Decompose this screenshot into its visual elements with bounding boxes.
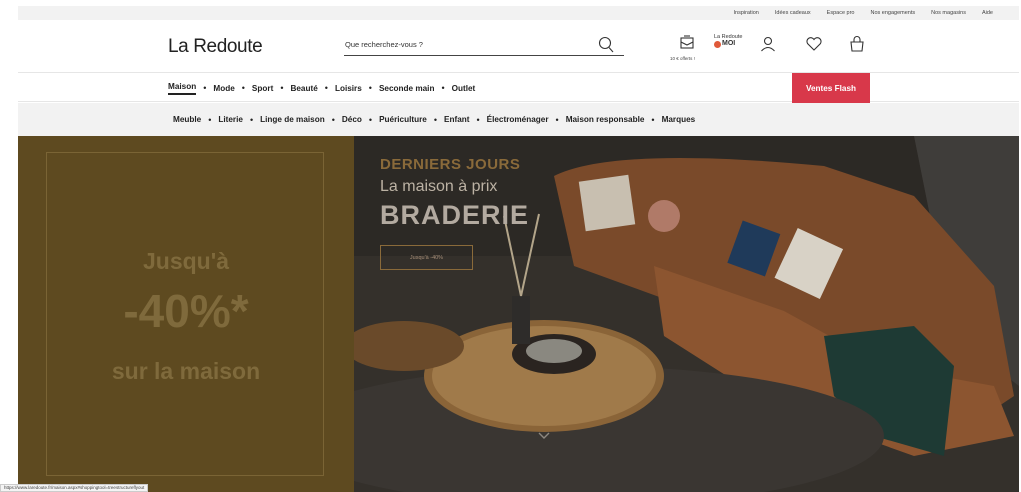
subnav-electromenager[interactable]: Électroménager (487, 115, 549, 124)
hero-photo[interactable]: DERNIERS JOURS La maison à prix BRADERIE… (354, 136, 1019, 492)
subnav-meuble[interactable]: Meuble (173, 115, 201, 124)
nav-separator: • (368, 83, 372, 93)
lr-moi-label-2: MOI (722, 40, 736, 47)
subnav-separator: • (208, 114, 212, 125)
search-icon[interactable] (598, 36, 614, 54)
nav-mode[interactable]: Mode (213, 84, 234, 93)
utility-links: Inspiration Idées cadeaux Espace pro Nos… (733, 6, 993, 20)
subnav-separator: • (368, 114, 373, 125)
subnav-linge[interactable]: Linge de maison (260, 115, 325, 124)
util-link-engagements[interactable]: Nos engagements (870, 10, 915, 16)
nav-separator: • (441, 83, 445, 93)
nav-separator: • (324, 83, 328, 93)
subnav-deco[interactable]: Déco (342, 115, 362, 124)
nav-outlet[interactable]: Outlet (452, 84, 476, 93)
sub-nav: Meuble • Literie • Linge de maison • Déc… (18, 103, 1019, 136)
utility-bar: Inspiration Idées cadeaux Espace pro Nos… (18, 6, 1019, 20)
nav-maison[interactable]: Maison (168, 82, 197, 95)
subnav-puericulture[interactable]: Puériculture (379, 115, 427, 124)
subnav-literie[interactable]: Literie (218, 115, 243, 124)
search-input[interactable]: Que recherchez-vous ? (344, 34, 624, 56)
lr-moi-badge-icon (714, 41, 721, 48)
cart-icon[interactable] (847, 34, 867, 54)
promo-line-3: sur la maison (111, 358, 261, 384)
ventes-flash-button[interactable]: Ventes Flash (792, 73, 870, 103)
util-link-magasins[interactable]: Nos magasins (931, 10, 966, 16)
subnav-separator: • (331, 114, 335, 125)
offer-text: 10 € offerts ! (670, 56, 695, 61)
hero-cta-button[interactable]: Jusqu'à -40% (380, 245, 473, 270)
util-link-aide[interactable]: Aide (982, 10, 993, 16)
nav-separator: • (203, 83, 207, 93)
logo[interactable]: La Redoute (168, 36, 263, 58)
subnav-separator: • (476, 114, 480, 125)
hero-kicker: DERNIERS JOURS (380, 156, 521, 173)
nav-loisirs[interactable]: Loisirs (335, 84, 362, 93)
chevron-down-icon[interactable] (538, 432, 550, 440)
subnav-marques[interactable]: Marques (662, 115, 696, 124)
nav-beaute[interactable]: Beauté (290, 84, 317, 93)
util-link-idees-cadeaux[interactable]: Idées cadeaux (775, 10, 811, 16)
page: Inspiration Idées cadeaux Espace pro Nos… (0, 0, 1021, 492)
hero-title: BRADERIE (380, 200, 530, 230)
subnav-maison-responsable[interactable]: Maison responsable (566, 115, 645, 124)
subnav-enfant[interactable]: Enfant (444, 115, 469, 124)
nav-seconde-main[interactable]: Seconde main (379, 84, 435, 93)
nav-separator: • (280, 83, 284, 93)
promo-panel[interactable]: Jusqu'à -40%* sur la maison (18, 136, 354, 492)
subnav-separator: • (555, 114, 559, 125)
gift-offer-icon[interactable] (677, 34, 697, 54)
nav-sport[interactable]: Sport (252, 84, 273, 93)
main-nav: Maison • Mode • Sport • Beauté • Loisirs… (18, 72, 1019, 103)
header: La Redoute Que recherchez-vous ? 10 € of… (18, 20, 1019, 72)
util-link-inspiration[interactable]: Inspiration (733, 10, 758, 16)
search-placeholder: Que recherchez-vous ? (345, 40, 423, 49)
hero-subtitle: La maison à prix (380, 178, 498, 195)
hero-banner[interactable]: Jusqu'à -40%* sur la maison DERNIERS JOU… (18, 136, 1019, 492)
util-link-espace-pro[interactable]: Espace pro (827, 10, 855, 16)
la-redoute-moi-link[interactable]: La Redoute MOI (710, 34, 748, 54)
nav-separator: • (241, 83, 245, 93)
promo-discount: -40%* (123, 285, 249, 337)
promo-line-1: Jusqu'à (143, 248, 229, 274)
subnav-separator: • (651, 114, 655, 125)
subnav-separator: • (249, 114, 254, 125)
heart-icon[interactable] (804, 34, 824, 54)
status-bar-url: https://www.laredoute.fr/maison.aspx#sho… (0, 484, 149, 492)
subnav-separator: • (433, 114, 437, 125)
account-icon[interactable] (758, 34, 778, 54)
